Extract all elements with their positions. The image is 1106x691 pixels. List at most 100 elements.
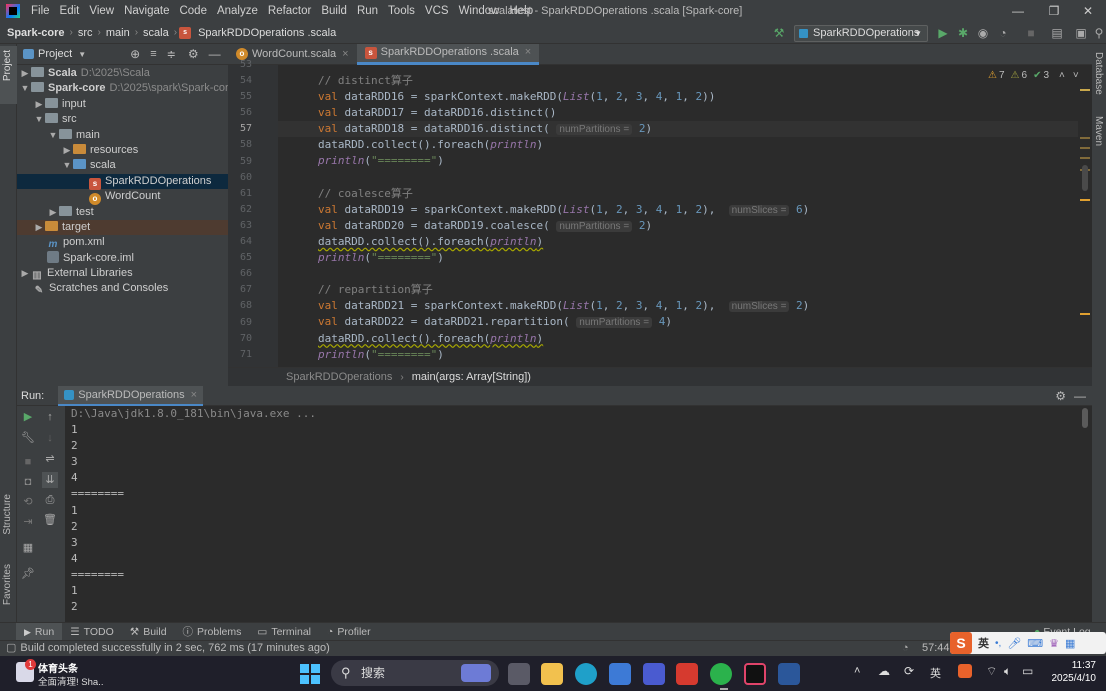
taskbar-clock[interactable]: 11:37 2025/4/10 — [1042, 659, 1097, 685]
menu-view[interactable]: View — [84, 0, 119, 22]
nav-crumb-src[interactable]: src — [75, 27, 96, 39]
code-line[interactable]: val dataRDD18 = dataRDD16.distinct( numP… — [278, 121, 1078, 138]
collapse-arrow-icon[interactable]: ▼ — [61, 158, 73, 173]
layout-icon[interactable]: ▦ — [20, 540, 36, 556]
tree-item-main[interactable]: ▼ main — [17, 128, 228, 143]
tab-sparkrddoperations[interactable]: s SparkRDDOperations .scala × — [356, 42, 540, 65]
skin-icon[interactable]: ♛ — [1049, 637, 1059, 650]
tree-item-target[interactable]: ▶ target — [17, 219, 228, 236]
code-line[interactable]: println("========") — [278, 347, 1078, 363]
taskbar-search-box[interactable]: ⚲ 搜索 — [331, 660, 499, 686]
expand-arrow-icon[interactable]: ▶ — [19, 266, 31, 281]
code-line[interactable]: dataRDD.collect().foreach(println) — [278, 234, 1078, 250]
warning-marker[interactable] — [1080, 147, 1090, 149]
menu-file[interactable]: File — [26, 0, 55, 22]
build-hammer-icon[interactable]: ⚒ — [770, 24, 788, 42]
project-structure-icon[interactable]: ▤ — [1048, 24, 1066, 42]
trash-icon[interactable]: 🗑︎ — [42, 512, 58, 528]
tree-item-input[interactable]: ▶ input — [17, 97, 228, 112]
tree-item-external-libraries[interactable]: ▶ ▥ External Libraries — [17, 266, 228, 281]
camera-icon[interactable]: ◘ — [20, 474, 36, 490]
breadcrumb-method[interactable]: main(args: Array[String]) — [412, 371, 531, 383]
menu-tools[interactable]: Tools — [383, 0, 420, 22]
tree-item-wordcount[interactable]: o WordCount — [17, 189, 228, 206]
tree-item-iml[interactable]: Spark-core.iml — [17, 250, 228, 266]
code-line[interactable]: val dataRDD21 = sparkContext.makeRDD(Lis… — [278, 298, 1078, 314]
minimize-button[interactable]: — — [1000, 0, 1036, 22]
tool-tab-todo[interactable]: ☰ TODO — [62, 623, 122, 641]
tool-tab-terminal[interactable]: ▭ Terminal — [249, 623, 319, 641]
ime-indicator[interactable]: 英 — [930, 665, 941, 681]
exit-icon[interactable]: ⇥ — [20, 514, 36, 530]
tree-item-pom[interactable]: m pom.xml — [17, 235, 228, 250]
battery-icon[interactable]: ▭ — [1022, 664, 1033, 678]
menu-navigate[interactable]: Navigate — [119, 0, 174, 22]
database-tool-tab[interactable]: Database — [1093, 52, 1104, 95]
nav-crumb-project[interactable]: Spark-core — [4, 27, 67, 39]
menu-analyze[interactable]: Analyze — [212, 0, 263, 22]
restore-button[interactable]: ❐ — [1036, 0, 1072, 22]
gear-icon[interactable]: ⚙ — [1055, 389, 1066, 403]
edge-browser-icon[interactable] — [575, 663, 597, 685]
wps-office-icon[interactable] — [676, 663, 698, 685]
code-line[interactable] — [278, 266, 1078, 282]
volume-icon[interactable]: 🔈︎ — [1004, 664, 1011, 679]
tree-item-spark-core-project[interactable]: ▼ Spark-core D:\2025\spark\Spark-core — [17, 81, 235, 96]
tool-tab-run[interactable]: ▶ Run — [16, 622, 63, 641]
hide-panel-icon[interactable]: — — [1074, 389, 1086, 403]
code-line[interactable]: val dataRDD19 = sparkContext.makeRDD(Lis… — [278, 202, 1078, 218]
rerun-icon[interactable]: ▶ — [20, 409, 36, 425]
tree-item-scratches[interactable]: ✎ Scratches and Consoles — [17, 281, 228, 296]
collapse-arrow-icon[interactable]: ▼ — [19, 81, 31, 96]
code-line[interactable]: val dataRDD16 = sparkContext.makeRDD(Lis… — [278, 89, 1078, 105]
intellij-idea-icon[interactable] — [744, 663, 766, 685]
debug-bug-icon[interactable]: ✱ — [954, 24, 972, 42]
task-view-icon[interactable] — [508, 663, 530, 685]
restore-layout-icon[interactable]: ⟲ — [20, 494, 36, 510]
code-line[interactable]: dataRDD.collect().foreach(println) — [278, 331, 1078, 347]
news-subtitle[interactable]: 全面清理! Sha.. — [38, 674, 103, 688]
run-icon[interactable]: ▶ — [934, 24, 952, 42]
code-line[interactable]: val dataRDD22 = dataRDD21.repartition( n… — [278, 314, 1078, 330]
editor-scrollbar-markers[interactable] — [1078, 65, 1092, 367]
microphone-icon[interactable]: 🎤︎ — [1007, 637, 1021, 650]
close-tab-icon[interactable]: × — [191, 385, 197, 405]
project-tool-tab[interactable]: Project — [2, 50, 13, 81]
scrollbar-thumb[interactable] — [1082, 165, 1088, 191]
run-configuration-select[interactable]: SparkRDDOperations ▼ — [794, 25, 928, 42]
warning-marker[interactable] — [1080, 199, 1090, 201]
warning-marker[interactable] — [1080, 157, 1090, 159]
arrow-down-icon[interactable]: ↓ — [42, 430, 58, 446]
menu-vcs[interactable]: VCS — [420, 0, 454, 22]
nav-crumb-file[interactable]: SparkRDDOperations .scala — [195, 27, 339, 39]
close-tab-icon[interactable]: × — [525, 42, 531, 63]
profile-icon[interactable]: ◔ — [994, 24, 1012, 42]
code-line[interactable] — [278, 170, 1078, 186]
tree-item-resources[interactable]: ▶ resources — [17, 143, 228, 158]
wechat-icon[interactable] — [710, 663, 732, 685]
caret-position[interactable]: 57:44 — [922, 641, 950, 656]
coverage-icon[interactable]: ◉ — [974, 24, 992, 42]
store-icon[interactable] — [609, 663, 631, 685]
console-output[interactable]: D:\Java\jdk1.8.0_181\bin\java.exe ... 1 … — [65, 406, 1092, 622]
code-line[interactable]: // repartition算子 — [278, 282, 1078, 298]
collapse-all-icon[interactable]: ≡ — [150, 48, 156, 60]
arrow-up-icon[interactable]: ↑ — [42, 409, 58, 425]
expand-arrow-icon[interactable]: ▶ — [61, 143, 73, 158]
tree-item-sparkrddoperations[interactable]: s SparkRDDOperations — [17, 173, 228, 190]
code-editor[interactable]: // distinct算子 val dataRDD16 = sparkContex… — [278, 65, 1078, 367]
tool-tab-build[interactable]: ⚒ Build — [122, 623, 175, 641]
tool-tab-problems[interactable]: ⓘ Problems — [175, 623, 250, 641]
windows-start-icon[interactable] — [300, 664, 320, 684]
code-line[interactable]: // coalesce算子 — [278, 186, 1078, 202]
soft-wrap-icon[interactable]: ⇌ — [42, 451, 58, 467]
expand-arrow-icon[interactable]: ▶ — [19, 66, 31, 81]
gear-icon[interactable]: ⚙ — [188, 47, 199, 61]
nav-crumb-scala[interactable]: scala — [140, 27, 172, 39]
dropdown-arrow-icon[interactable]: ▼ — [78, 50, 86, 59]
warning-marker[interactable] — [1080, 137, 1090, 139]
structure-tool-tab[interactable]: Structure — [2, 494, 13, 535]
code-line[interactable]: println("========") — [278, 153, 1078, 169]
sogou-tray-icon[interactable] — [958, 664, 972, 678]
project-view-title[interactable]: Project — [38, 48, 72, 60]
